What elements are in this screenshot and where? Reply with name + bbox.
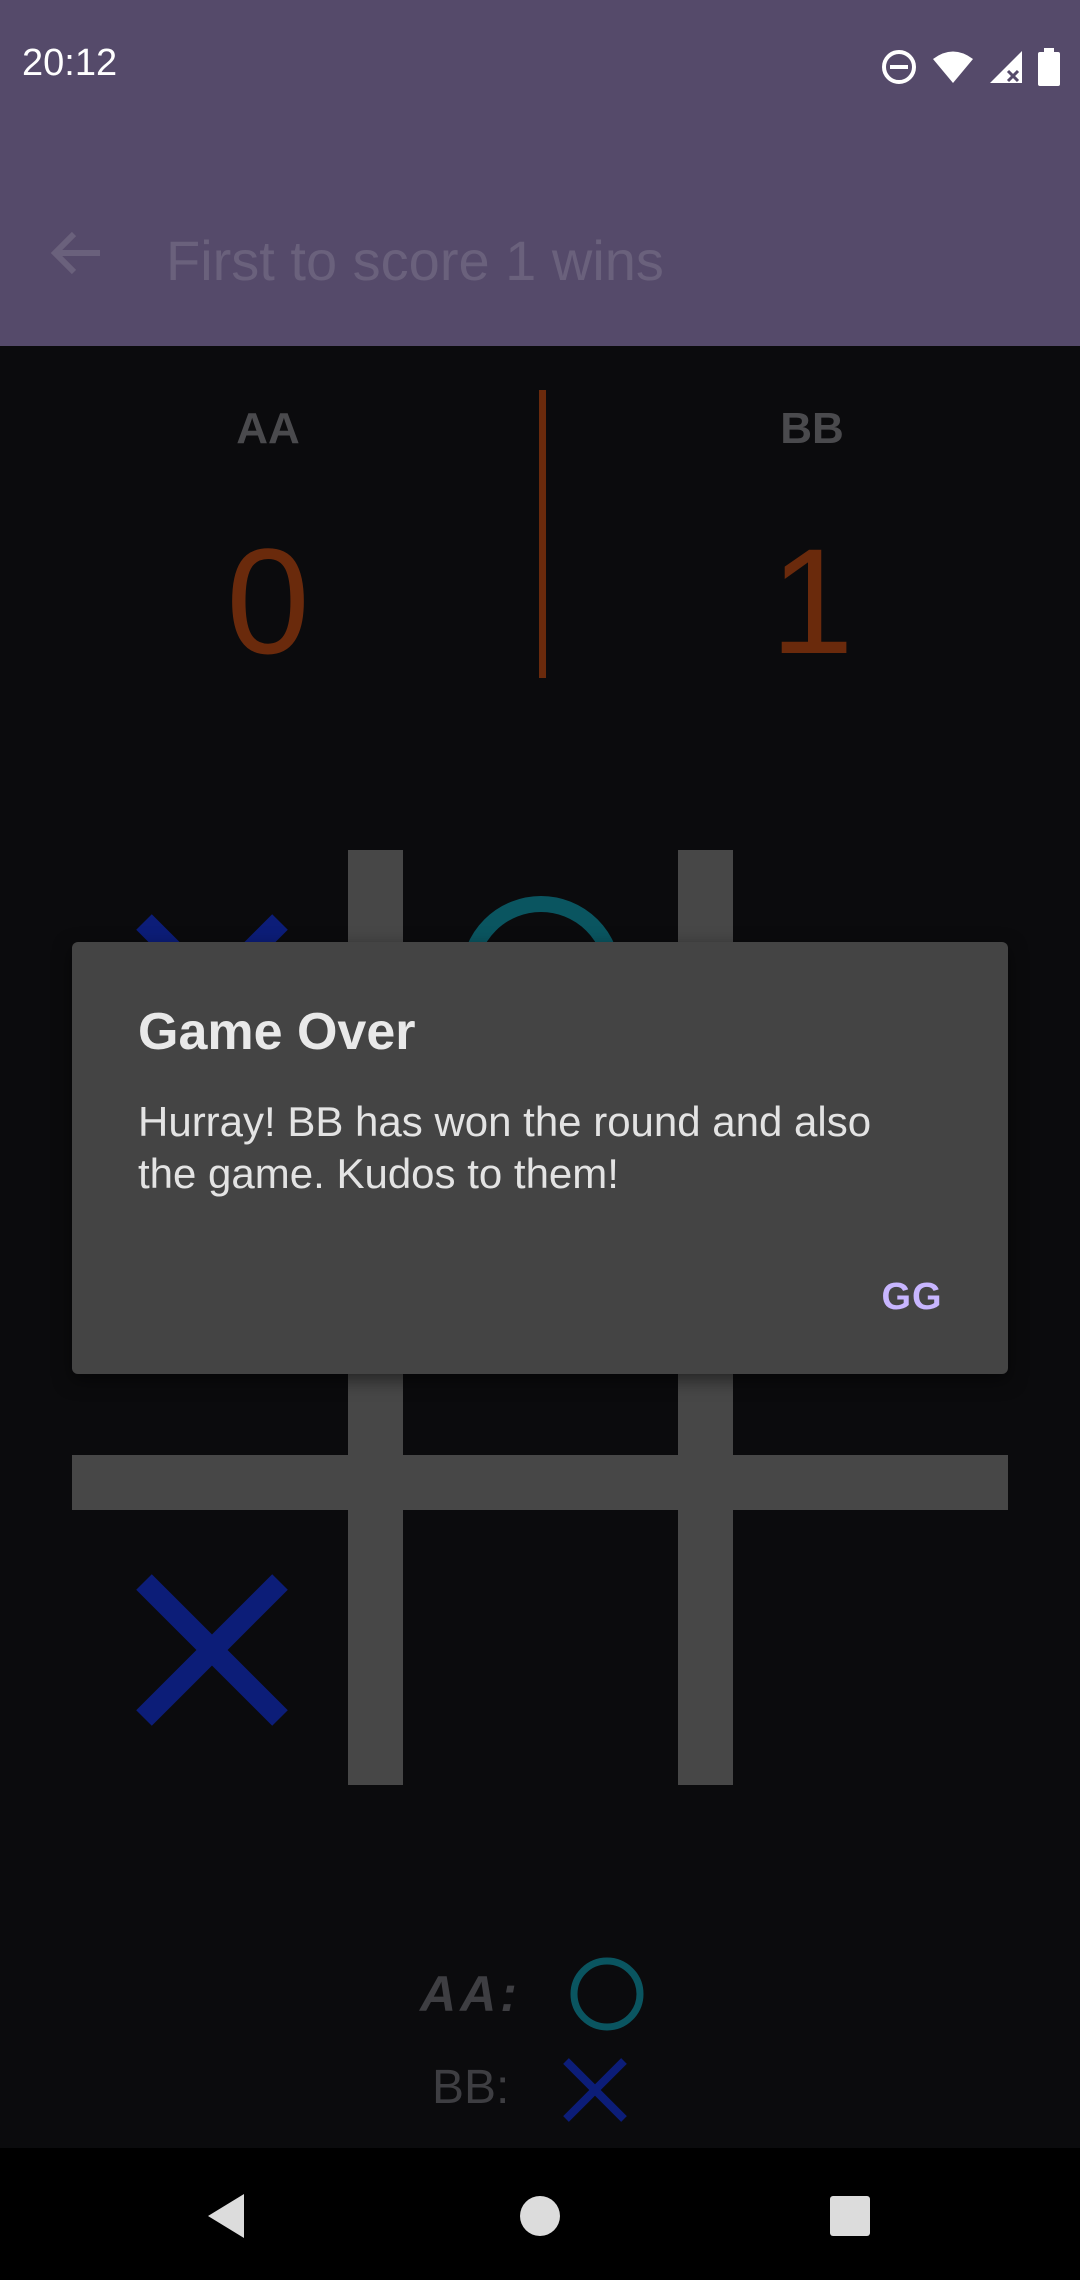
wifi-icon (933, 51, 973, 83)
player-bb-score: 1 (770, 517, 854, 685)
legend-aa-label: AA: (420, 1966, 521, 2022)
arrow-back-icon[interactable] (42, 218, 112, 288)
score-divider (539, 390, 546, 678)
app-bar-title: First to score 1 wins (166, 229, 664, 292)
signal-icon (990, 51, 1022, 83)
nav-home-icon[interactable] (518, 2194, 562, 2238)
status-icons (880, 44, 1060, 90)
gg-button[interactable]: GG (852, 1262, 972, 1332)
navigation-bar (0, 2148, 1080, 2280)
battery-icon (1038, 48, 1060, 86)
nav-back-icon[interactable] (204, 2192, 250, 2240)
player-bb-name: BB (780, 404, 844, 453)
legend-x-mark-icon (563, 2058, 627, 2122)
nav-recents-icon[interactable] (828, 2194, 872, 2238)
board-cell-6[interactable] (72, 1510, 348, 1785)
x-mark-icon (136, 1574, 288, 1726)
status-time: 20:12 (22, 42, 118, 84)
grid-line-h1 (72, 1455, 1008, 1510)
board-cell-7[interactable] (403, 1510, 678, 1785)
dialog-title: Game Over (138, 1003, 416, 1061)
game-over-dialog: Game Over Hurray! BB has won the round a… (72, 942, 1008, 1374)
board-cell-8[interactable] (733, 1510, 1008, 1785)
do-not-disturb-icon (882, 50, 916, 84)
legend-bb-label: BB: (432, 2061, 510, 2114)
legend-o-mark-icon (570, 1957, 644, 2031)
player-aa-name: AA (236, 404, 300, 453)
player-aa-score: 0 (226, 517, 310, 685)
dialog-message: Hurray! BB has won the round and also th… (138, 1098, 872, 1197)
